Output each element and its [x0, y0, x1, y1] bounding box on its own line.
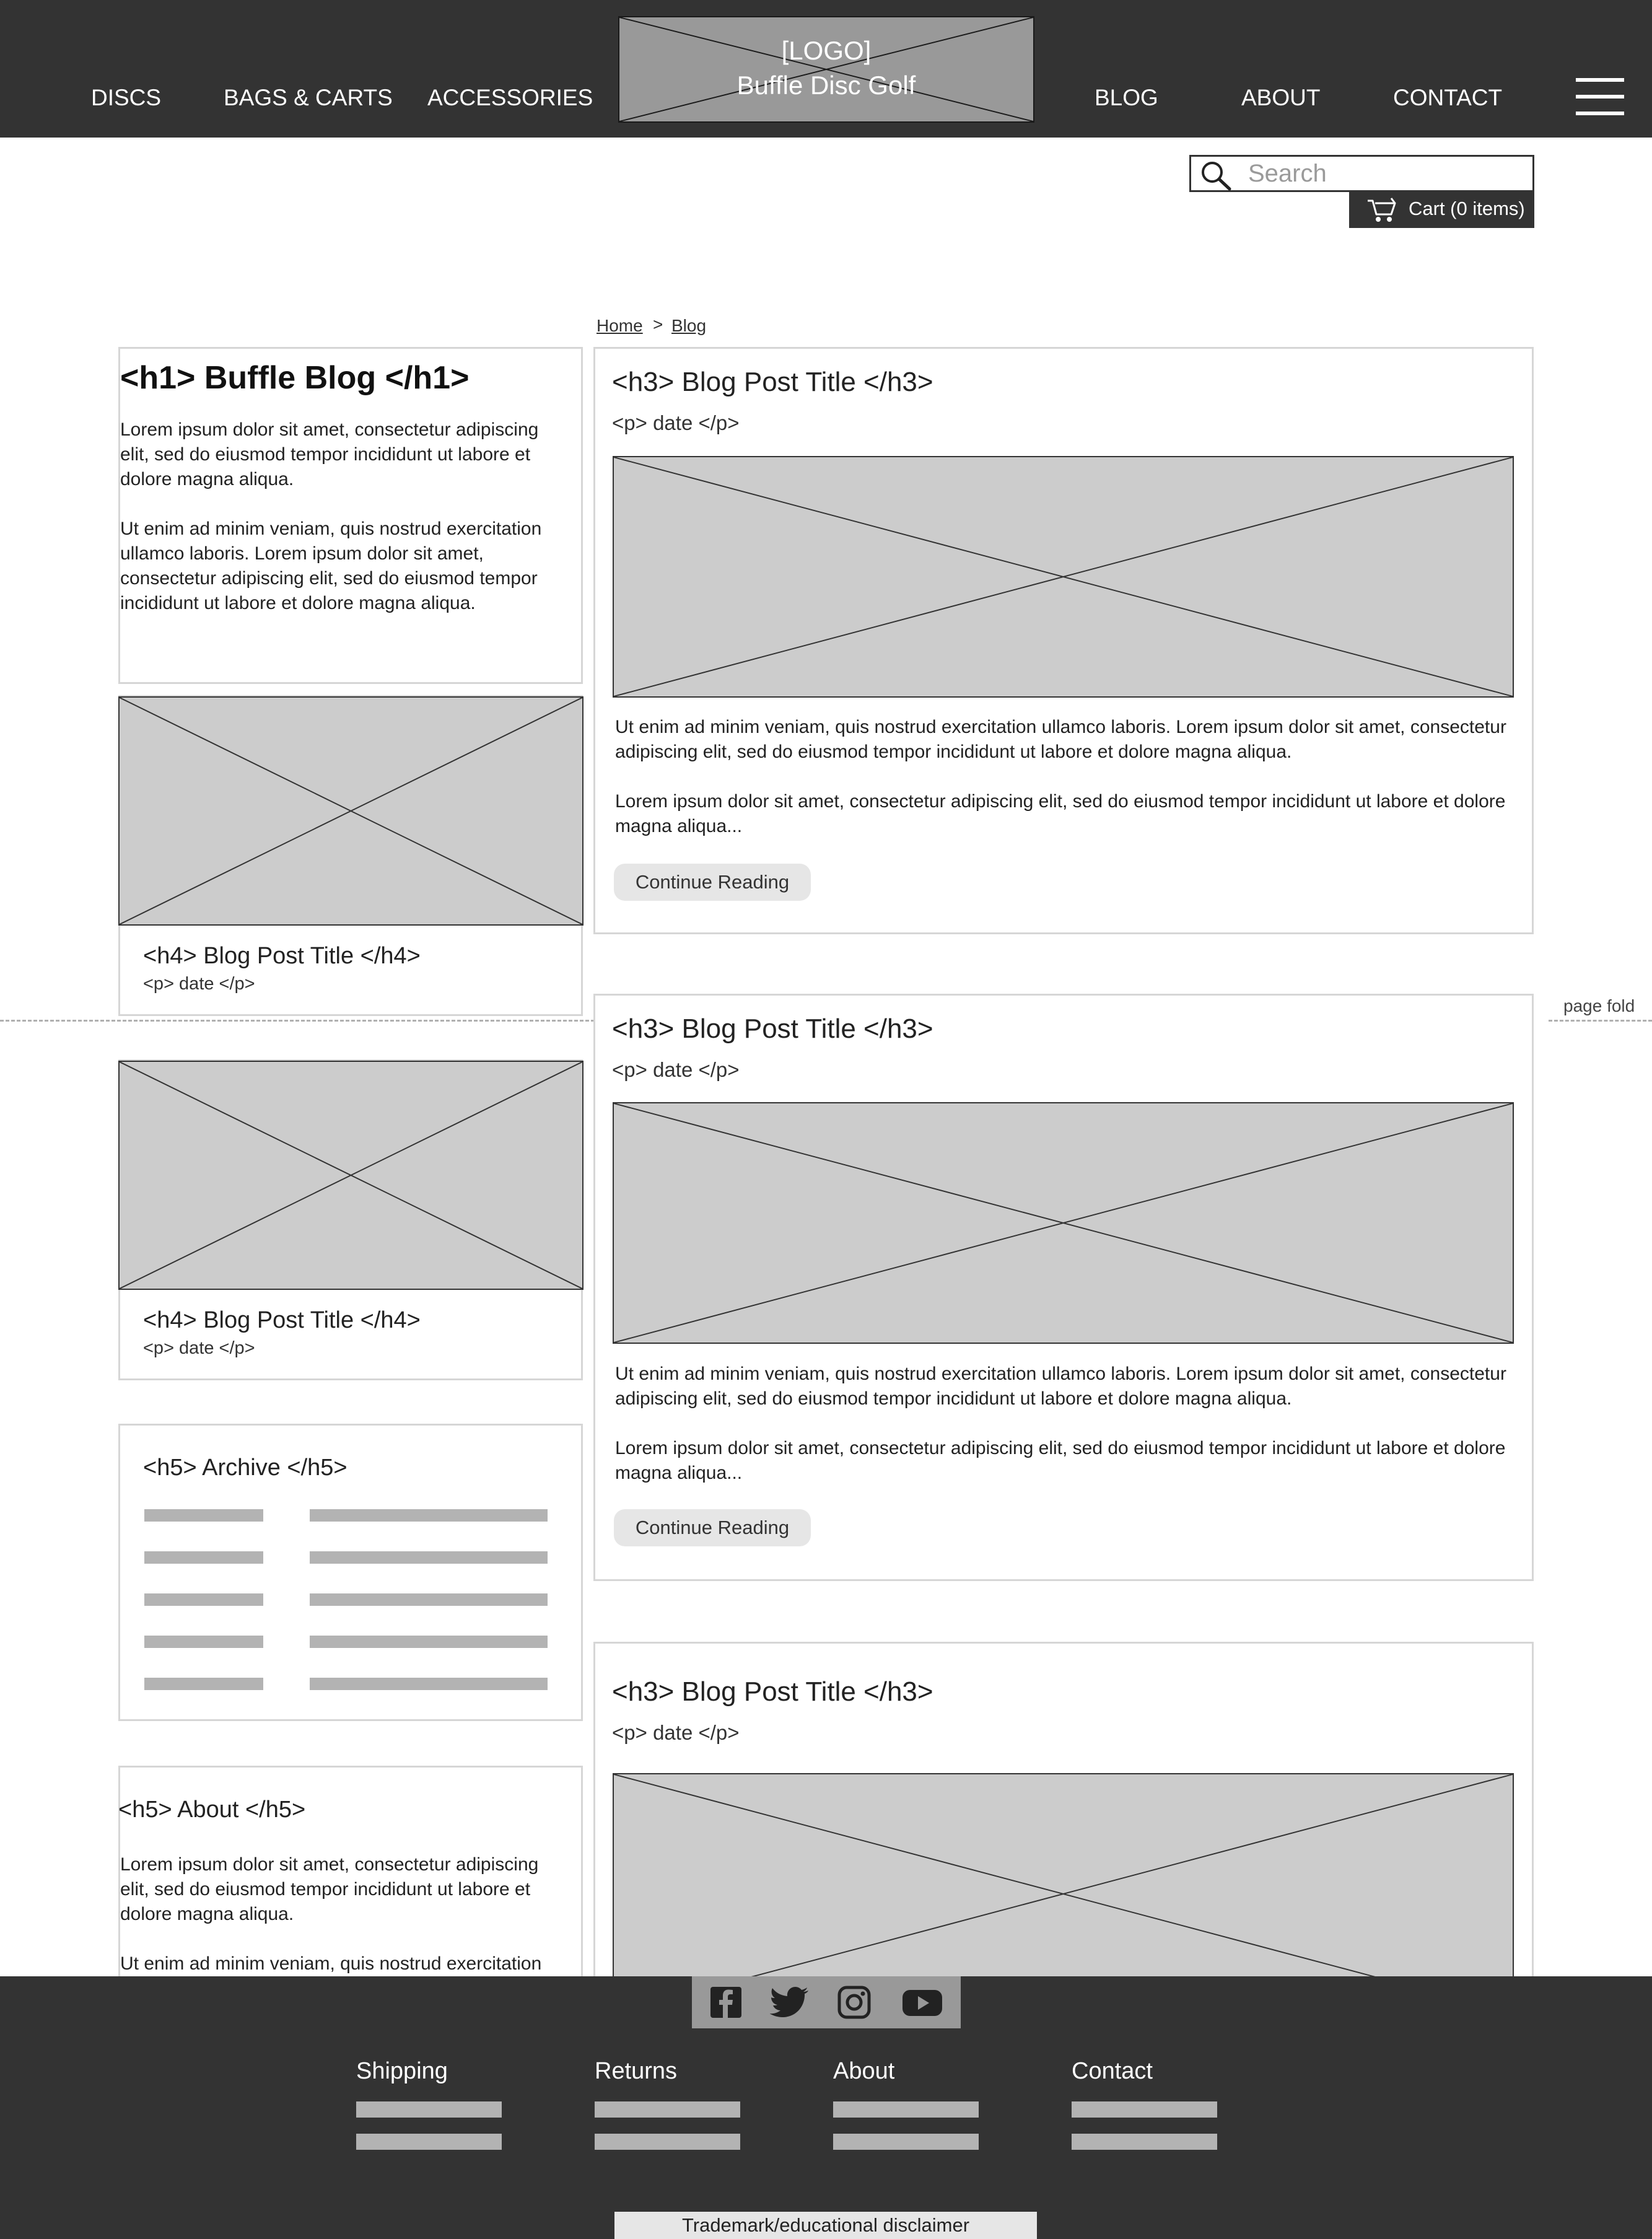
footer-link-returns[interactable]: Returns [595, 2058, 677, 2085]
archive-link-placeholder[interactable] [310, 1593, 548, 1606]
breadcrumb-blog[interactable]: Blog [671, 316, 706, 336]
archive-month-placeholder[interactable] [144, 1509, 263, 1522]
nav-about[interactable]: ABOUT [1241, 83, 1320, 113]
sidebar-post-date: <p> date </p> [143, 1338, 255, 1358]
breadcrumb-home[interactable]: Home [597, 316, 643, 336]
footer-link-placeholder[interactable] [356, 2101, 502, 2118]
twitter-icon[interactable] [770, 1985, 810, 2020]
post-date: <p> date </p> [612, 1721, 740, 1744]
post-title[interactable]: <h3> Blog Post Title </h3> [612, 1014, 933, 1045]
youtube-icon[interactable] [901, 1985, 943, 2020]
continue-reading-button[interactable]: Continue Reading [614, 1509, 811, 1546]
footer-link-placeholder[interactable] [833, 2101, 979, 2118]
placeholder-x [120, 698, 582, 924]
cart-label: Cart (0 items) [1409, 198, 1525, 219]
footer-disclaimer: Trademark/educational disclaimer [614, 2212, 1037, 2239]
sidebar-post-title[interactable]: <h4> Blog Post Title </h4> [143, 1307, 421, 1334]
archive-month-placeholder[interactable] [144, 1678, 263, 1690]
hamburger-menu-icon[interactable] [1576, 78, 1624, 115]
placeholder-x [120, 1062, 582, 1289]
page-fold-line [0, 1020, 595, 1022]
footer-link-placeholder[interactable] [1072, 2101, 1217, 2118]
nav-blog[interactable]: BLOG [1095, 83, 1158, 113]
blog-intro-paragraph-1: Lorem ipsum dolor sit amet, consectetur … [120, 419, 539, 489]
blog-heading: <h1> Buffle Blog </h1> [120, 360, 470, 396]
post-title[interactable]: <h3> Blog Post Title </h3> [612, 1676, 933, 1707]
cart-button[interactable]: Cart (0 items) [1349, 192, 1534, 228]
post-excerpt-paragraph-1: Ut enim ad minim veniam, quis nostrud ex… [615, 1364, 1506, 1409]
logo-placeholder-x [619, 17, 1033, 121]
footer-link-placeholder[interactable] [356, 2134, 502, 2150]
nav-bags-carts[interactable]: BAGS & CARTS [224, 83, 393, 113]
post-image-placeholder[interactable] [613, 1102, 1514, 1344]
about-paragraph-2: Ut enim ad minim veniam, quis nostrud ex… [120, 1953, 542, 1974]
blog-intro-paragraph-2: Ut enim ad minim veniam, quis nostrud ex… [120, 519, 542, 613]
cart-icon [1368, 198, 1396, 222]
logo-label: [LOGO] [781, 36, 872, 65]
placeholder-x [614, 1103, 1513, 1343]
nav-discs[interactable]: DISCS [91, 83, 161, 113]
post-excerpt-paragraph-2: Lorem ipsum dolor sit amet, consectetur … [615, 791, 1506, 836]
about-heading: <h5> About </h5> [118, 1797, 306, 1823]
archive-link-placeholder[interactable] [310, 1678, 548, 1690]
archive-link-placeholder[interactable] [310, 1509, 548, 1522]
image-placeholder[interactable] [118, 1061, 583, 1290]
nav-accessories[interactable]: ACCESSORIES [427, 83, 593, 113]
placeholder-x [614, 457, 1513, 696]
search-input[interactable] [1248, 160, 1521, 187]
continue-reading-button[interactable]: Continue Reading [614, 864, 811, 901]
footer-link-placeholder[interactable] [595, 2134, 740, 2150]
sidebar-post-date: <p> date </p> [143, 974, 255, 994]
archive-link-placeholder[interactable] [310, 1551, 548, 1564]
instagram-icon[interactable] [837, 1985, 872, 2020]
nav-contact[interactable]: CONTACT [1393, 83, 1502, 113]
about-paragraph-1: Lorem ipsum dolor sit amet, consectetur … [120, 1854, 539, 1924]
social-links [692, 1976, 961, 2028]
search-icon [1202, 162, 1231, 191]
search-box[interactable] [1189, 155, 1534, 192]
post-title[interactable]: <h3> Blog Post Title </h3> [612, 367, 933, 398]
post-date: <p> date </p> [612, 411, 740, 434]
post-image-placeholder[interactable] [613, 456, 1514, 698]
archive-heading: <h5> Archive </h5> [143, 1455, 347, 1481]
post-date: <p> date </p> [612, 1058, 740, 1081]
breadcrumb-separator: > [653, 315, 663, 334]
footer-link-placeholder[interactable] [1072, 2134, 1217, 2150]
blog-intro-card [118, 347, 583, 684]
footer-link-shipping[interactable]: Shipping [356, 2058, 448, 2085]
post-excerpt-paragraph-2: Lorem ipsum dolor sit amet, consectetur … [615, 1438, 1506, 1483]
footer-link-about[interactable]: About [833, 2058, 894, 2085]
sidebar-post-title[interactable]: <h4> Blog Post Title </h4> [143, 943, 421, 970]
facebook-icon[interactable] [709, 1985, 743, 2020]
footer-link-placeholder[interactable] [595, 2101, 740, 2118]
page-fold-label: page fold [1563, 996, 1635, 1015]
logo-brand-name: Buffle Disc Golf [736, 71, 916, 100]
footer-link-contact[interactable]: Contact [1072, 2058, 1153, 2085]
archive-month-placeholder[interactable] [144, 1593, 263, 1606]
archive-month-placeholder[interactable] [144, 1636, 263, 1648]
post-excerpt-paragraph-1: Ut enim ad minim veniam, quis nostrud ex… [615, 717, 1506, 762]
page-fold-line [1549, 1020, 1652, 1022]
footer-link-placeholder[interactable] [833, 2134, 979, 2150]
archive-month-placeholder[interactable] [144, 1551, 263, 1564]
archive-link-placeholder[interactable] [310, 1636, 548, 1648]
site-logo[interactable]: [LOGO] Buffle Disc Golf [618, 16, 1034, 123]
image-placeholder[interactable] [118, 696, 583, 926]
